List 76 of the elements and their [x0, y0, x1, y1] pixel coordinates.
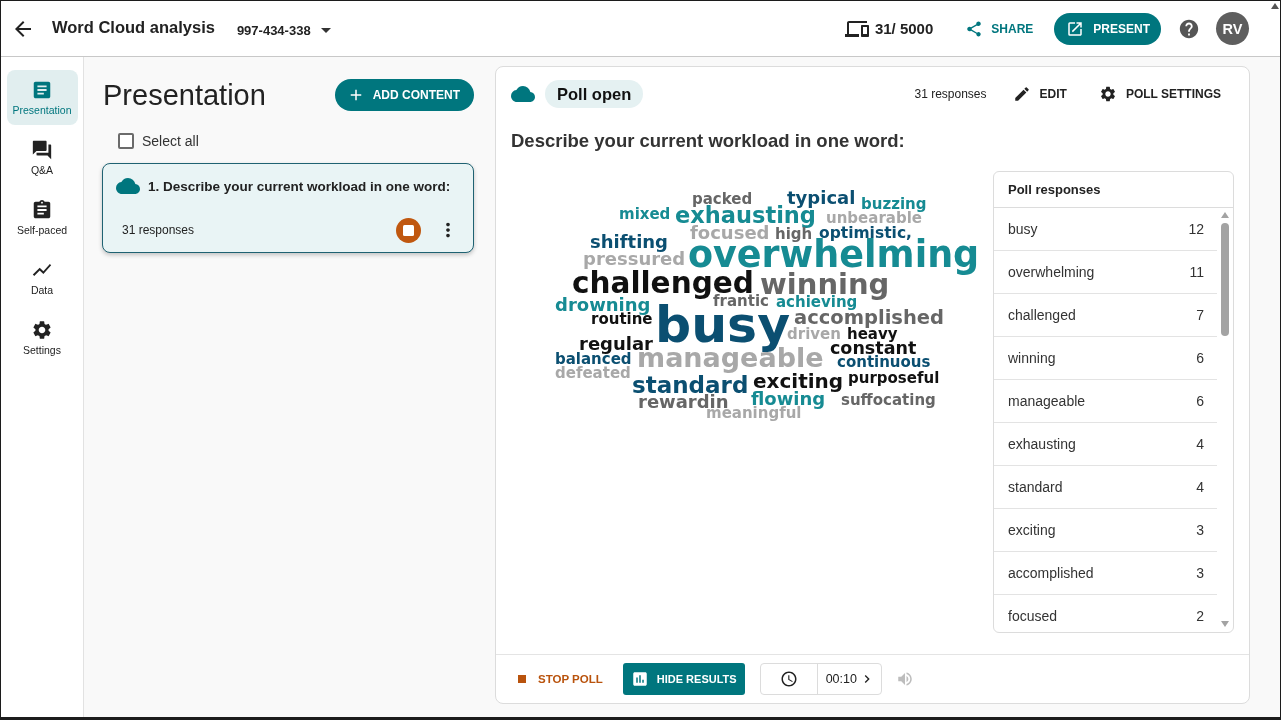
cloud-word: mixed [619, 208, 671, 223]
nav-item[interactable]: Settings [6, 310, 78, 365]
cloud-word: unbearable [826, 212, 922, 227]
response-word: focused [1008, 608, 1058, 624]
chat-bubbles-icon [31, 139, 53, 161]
response-count: 11 [1189, 264, 1204, 280]
present-button[interactable]: PRESENT [1054, 12, 1161, 45]
poll-settings-button[interactable]: POLL SETTINGS [1098, 79, 1221, 109]
clipboard-icon [31, 199, 53, 221]
cloud-word: routine [591, 313, 653, 328]
response-word: manageable [1008, 393, 1086, 409]
cloud-word: driven [787, 328, 841, 343]
settings-icon [1098, 85, 1117, 103]
session-code-dropdown[interactable]: 997-434-338 [236, 22, 331, 38]
question-card[interactable]: 1. Describe your current workload in one word: 31 responses [102, 163, 474, 253]
scrollbar-thumb[interactable] [1221, 223, 1229, 336]
cloud-word: buzzing [861, 198, 927, 213]
response-count: 31 responses [122, 223, 195, 237]
response-count: 4 [1196, 436, 1204, 452]
settings-icon [31, 319, 53, 341]
response-count: 3 [1196, 522, 1204, 538]
response-word: exhausting [1008, 436, 1076, 452]
clock-icon [779, 670, 798, 688]
stop-icon[interactable] [396, 217, 421, 243]
cloud-word: purposeful [848, 372, 940, 387]
cloud-word: exciting [753, 372, 844, 393]
response-word: busy [1008, 221, 1038, 237]
response-count: 6 [1196, 393, 1204, 409]
share-icon [965, 19, 984, 38]
document-lines-icon [31, 79, 53, 101]
poll-question: Describe your current workload in one word: [511, 129, 906, 153]
panel-title: Presentation [102, 78, 266, 112]
response-count: 31 responses [914, 87, 987, 101]
scroll-up-icon[interactable] [1271, 3, 1279, 9]
cloud-word: shifting [590, 234, 668, 253]
response-count: 3 [1196, 565, 1204, 581]
responses-panel-title: Poll responses [1008, 182, 1101, 197]
presentation-title: Word Cloud analysis [52, 17, 215, 37]
edit-button[interactable]: EDIT [1012, 79, 1067, 109]
share-button[interactable]: SHARE [963, 12, 1036, 45]
pencil-icon [1012, 85, 1031, 103]
response-word: challenged [1008, 307, 1076, 323]
cloud-word: packed [692, 193, 753, 208]
cloud-word: suffocating [841, 394, 936, 409]
bar-chart-icon [630, 670, 649, 688]
response-count: 12 [1188, 221, 1204, 237]
response-word: winning [1008, 350, 1056, 366]
caret-down-icon [320, 27, 331, 33]
response-count: 2 [1196, 608, 1204, 624]
response-word: exciting [1008, 522, 1056, 538]
cloud-word: heavy [847, 328, 898, 343]
stop-square-icon [518, 675, 526, 683]
participant-count: 31/ 5000 [874, 20, 934, 37]
add-content-button[interactable]: ADD CONTENT [334, 79, 474, 111]
cloud-word: pressured [583, 251, 686, 270]
question-title: 1. Describe your current workload in one word: [148, 178, 451, 194]
nav-item[interactable]: Q&A [6, 130, 78, 185]
response-word: accomplished [1008, 565, 1094, 581]
nav-item[interactable]: Self-paced [6, 190, 78, 245]
cloud-word: defeated [555, 367, 631, 382]
duration-button[interactable]: 00:10 [816, 664, 881, 694]
help-icon[interactable] [1178, 17, 1200, 40]
response-count: 6 [1196, 350, 1204, 366]
nav-item[interactable]: Presentation [6, 70, 78, 125]
select-all-label[interactable]: Select all [142, 133, 199, 149]
response-word: overwhelming [1008, 264, 1095, 280]
stop-poll-button[interactable]: STOP POLL [510, 663, 611, 695]
response-count: 7 [1196, 307, 1204, 323]
user-avatar[interactable]: RV [1216, 12, 1249, 45]
response-word: standard [1008, 479, 1063, 495]
nav-item[interactable]: Data [6, 250, 78, 305]
open-external-icon [1066, 19, 1085, 38]
hide-results-button[interactable]: HIDE RESULTS [622, 663, 745, 695]
response-count: 4 [1196, 479, 1204, 495]
poll-status-pill: Poll open [545, 80, 644, 108]
select-all-checkbox[interactable] [118, 133, 134, 149]
